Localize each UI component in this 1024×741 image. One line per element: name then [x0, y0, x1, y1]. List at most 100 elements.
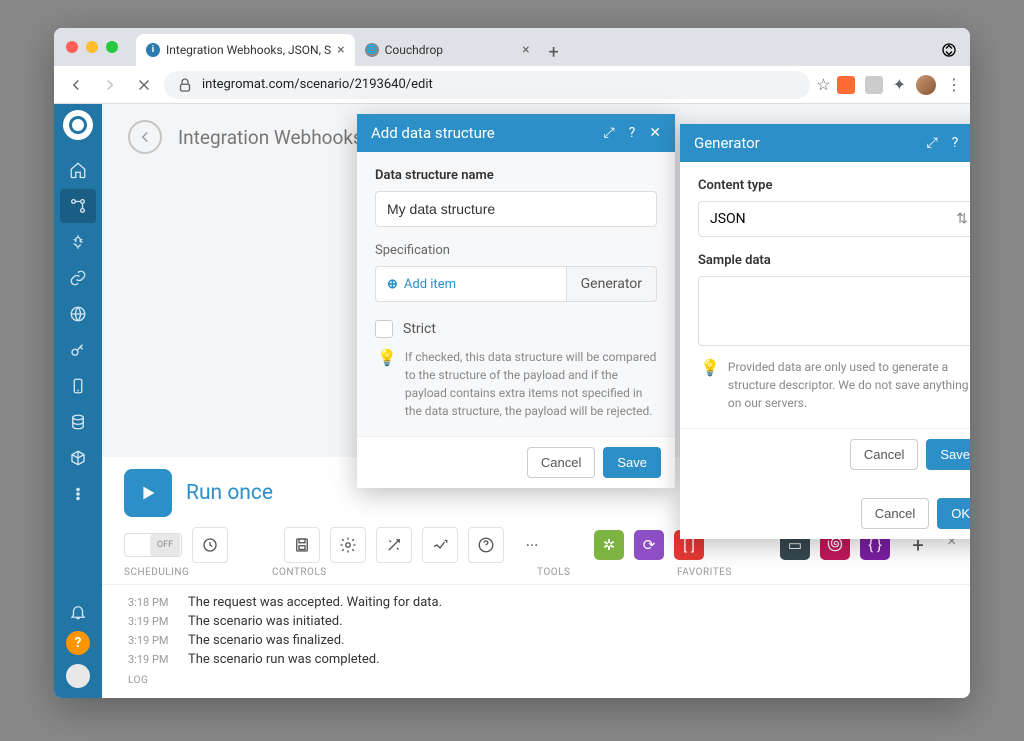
sidebar-item-templates[interactable]	[60, 225, 96, 259]
titlebar: i Integration Webhooks, JSON, S × 🌐 Couc…	[54, 28, 970, 66]
close-window-icon[interactable]	[66, 41, 78, 53]
scheduling-label: SCHEDULING	[124, 567, 272, 578]
window-controls	[66, 41, 118, 53]
browser-tab-active[interactable]: i Integration Webhooks, JSON, S ×	[136, 34, 355, 66]
extensions-menu-icon[interactable]: ✦	[893, 75, 906, 94]
content-type-value: JSON	[710, 211, 746, 227]
close-tab-icon[interactable]: ×	[522, 42, 529, 58]
strict-checkbox[interactable]	[375, 320, 393, 338]
content-type-label: Content type	[698, 178, 970, 193]
app-sidebar: ?	[54, 104, 102, 698]
url-input[interactable]: integromat.com/scenario/2193640/edit	[164, 71, 810, 99]
new-tab-button[interactable]: +	[540, 38, 568, 66]
outer-cancel-button[interactable]: Cancel	[861, 498, 929, 529]
extension-icons: ✦ ⋮	[837, 75, 962, 95]
browser-menu-icon[interactable]: ⋮	[946, 75, 962, 94]
tool-purple[interactable]: ⟳	[634, 530, 664, 560]
sample-data-textarea[interactable]	[698, 276, 970, 346]
strict-checkbox-row: Strict	[375, 320, 657, 338]
back-button[interactable]	[62, 71, 90, 99]
expand-icon[interactable]	[940, 41, 958, 59]
browser-tab[interactable]: 🌐 Couchdrop ×	[355, 34, 540, 66]
app-container: ? Integration Webhooks Run once OFF	[54, 104, 970, 698]
stop-button[interactable]	[130, 71, 158, 99]
modal-title: Generator	[694, 134, 926, 152]
content-type-select[interactable]: JSON ⇅	[698, 201, 970, 237]
log-entry: 3:19 PMThe scenario was initiated.	[102, 612, 970, 631]
save-button[interactable]: Save	[603, 447, 661, 478]
bulb-icon: 💡	[377, 348, 397, 420]
app-logo[interactable]	[63, 110, 93, 140]
run-button[interactable]	[124, 469, 172, 517]
expand-icon[interactable]: ⤢	[603, 125, 614, 141]
forward-button[interactable]	[96, 71, 124, 99]
toggle-off-label: OFF	[150, 534, 180, 556]
hint-row: 💡 If checked, this data structure will b…	[375, 348, 657, 420]
bookmark-icon[interactable]: ☆	[816, 75, 830, 94]
tools-label: TOOLS	[537, 567, 677, 578]
favorites-label: FAVORITES	[677, 567, 732, 578]
save-button[interactable]	[284, 527, 320, 563]
outer-ok-button[interactable]: OK	[937, 498, 970, 529]
log-label: LOG	[102, 669, 970, 690]
chevron-updown-icon: ⇅	[956, 211, 968, 227]
sidebar-item-home[interactable]	[60, 153, 96, 187]
sidebar-item-devices[interactable]	[60, 369, 96, 403]
export-button[interactable]	[422, 527, 458, 563]
clock-button[interactable]	[192, 527, 228, 563]
help-button[interactable]	[468, 527, 504, 563]
generator-button[interactable]: Generator	[567, 266, 657, 302]
cancel-button[interactable]: Cancel	[527, 447, 595, 478]
data-structure-name-input[interactable]	[375, 191, 657, 227]
plus-icon: ⊕	[387, 277, 398, 292]
hint-text: If checked, this data structure will be …	[405, 348, 657, 420]
close-tab-icon[interactable]: ×	[337, 42, 344, 58]
bulb-icon: 💡	[700, 358, 720, 412]
minimize-window-icon[interactable]	[86, 41, 98, 53]
close-icon[interactable]: ✕	[649, 125, 661, 141]
add-item-button[interactable]: ⊕ Add item	[375, 266, 567, 302]
browser-window: i Integration Webhooks, JSON, S × 🌐 Couc…	[54, 28, 970, 698]
back-to-list-button[interactable]	[128, 120, 162, 154]
tab-title: Couchdrop	[385, 43, 443, 57]
sidebar-item-3d[interactable]	[60, 441, 96, 475]
log-area: 3:18 PMThe request was accepted. Waiting…	[102, 584, 970, 698]
hint-row: 💡 Provided data are only used to generat…	[698, 358, 970, 412]
sidebar-item-help[interactable]: ?	[66, 631, 90, 655]
profile-avatar[interactable]	[916, 75, 936, 95]
main-canvas: Integration Webhooks Run once OFF	[102, 104, 970, 698]
extension-icon[interactable]	[837, 76, 855, 94]
url-text: integromat.com/scenario/2193640/edit	[202, 77, 433, 92]
tool-green[interactable]: ✲	[594, 530, 624, 560]
controls-label: CONTROLS	[272, 567, 537, 578]
sidebar-item-more[interactable]	[60, 477, 96, 511]
help-icon[interactable]: ?	[629, 125, 636, 141]
sidebar-item-webhooks[interactable]	[60, 297, 96, 331]
sidebar-item-data[interactable]	[60, 405, 96, 439]
extension-icon[interactable]	[865, 76, 883, 94]
help-icon[interactable]: ?	[952, 135, 959, 151]
modal-footer: Cancel Save	[357, 436, 675, 488]
name-label: Data structure name	[375, 168, 657, 183]
magic-button[interactable]	[376, 527, 412, 563]
log-entry: 3:19 PMThe scenario run was completed.	[102, 650, 970, 669]
specification-label: Specification	[375, 243, 657, 258]
sidebar-item-connections[interactable]	[60, 261, 96, 295]
maximize-window-icon[interactable]	[106, 41, 118, 53]
sidebar-item-scenarios[interactable]	[60, 189, 96, 223]
save-button[interactable]: Save	[926, 439, 970, 470]
toolbar-labels: SCHEDULING CONTROLS TOOLS FAVORITES	[102, 565, 970, 584]
sidebar-item-notifications[interactable]	[60, 595, 96, 629]
cancel-button[interactable]: Cancel	[850, 439, 918, 470]
more-button[interactable]: ···	[514, 527, 550, 563]
settings-button[interactable]	[330, 527, 366, 563]
sidebar-item-keys[interactable]	[60, 333, 96, 367]
page-title: Integration Webhooks	[178, 126, 363, 149]
favicon-globe: 🌐	[365, 43, 379, 57]
modal-title: Add data structure	[371, 124, 603, 142]
modal-header: Add data structure ⤢ ? ✕	[357, 114, 675, 152]
favicon-integromat: i	[146, 43, 160, 57]
scheduling-toggle[interactable]: OFF	[124, 533, 182, 557]
sidebar-user-avatar[interactable]	[66, 664, 90, 688]
expand-icon[interactable]: ⤢	[926, 135, 937, 151]
